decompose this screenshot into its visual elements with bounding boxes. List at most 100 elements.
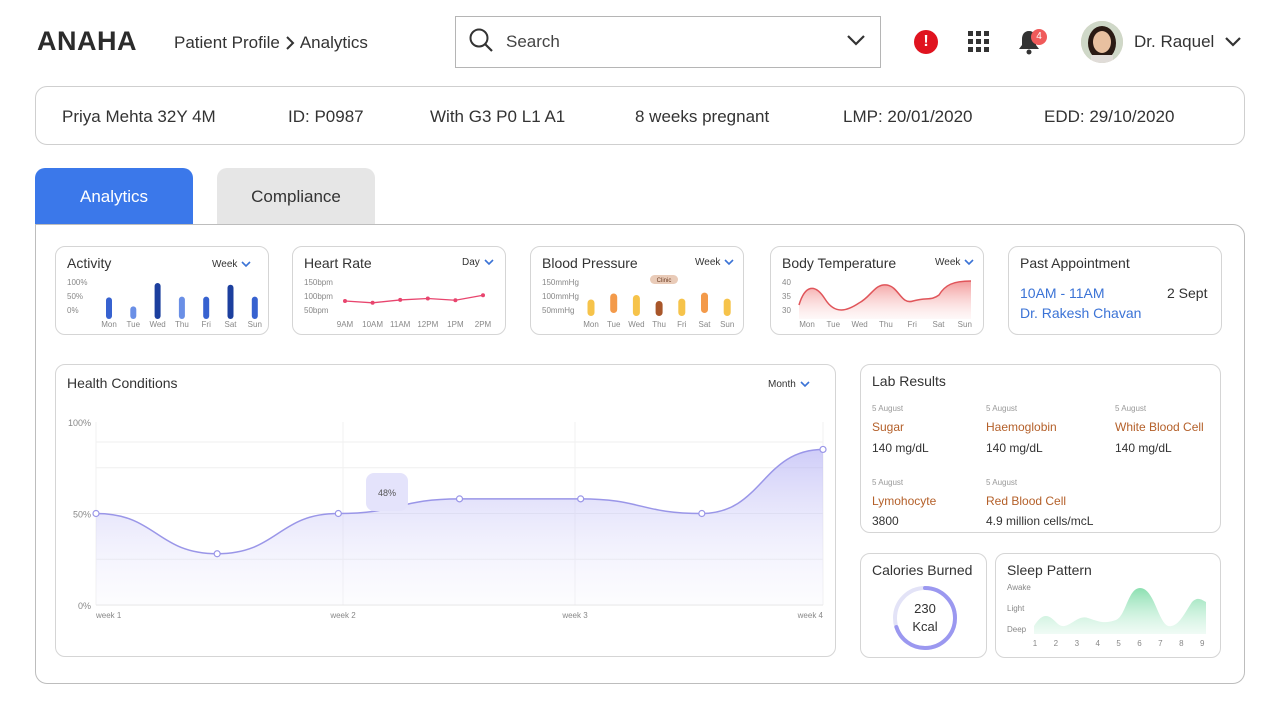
notification-count-badge: 4	[1031, 29, 1047, 45]
health-point	[698, 509, 706, 518]
chevron-down-icon	[241, 261, 251, 268]
sleep-area	[1034, 588, 1206, 634]
lab-results-card[interactable]: Lab Results 5 August Sugar 140 mg/dL 5 A…	[860, 364, 1221, 533]
heart-rate-card[interactable]: Heart Rate Day 150bpm 100bpm 50bpm 9AM 10AM 1…	[292, 246, 506, 335]
chevron-down-icon[interactable]	[846, 33, 866, 51]
past-appointment-card[interactable]: Past Appointment 10AM - 11AM 2 Sept Dr. …	[1008, 246, 1222, 335]
lab-date: 5 August	[872, 478, 904, 487]
obstetric-history: With G3 P0 L1 A1	[430, 107, 566, 126]
card-title: Sleep Pattern	[1007, 562, 1092, 578]
lab-test-value: 140 mg/dL	[872, 441, 929, 455]
appointment-doctor[interactable]: Dr. Rakesh Chavan	[1020, 305, 1141, 321]
calories-burned-card[interactable]: Calories Burned 230 Kcal	[860, 553, 987, 658]
health-conditions-card[interactable]: Health Conditions Month 100% 50% 0% 48% week…	[55, 364, 836, 657]
activity-bar	[178, 296, 185, 319]
user-name: Dr. Raquel	[1134, 32, 1215, 51]
y-tick-label: 150mmHg	[542, 278, 579, 287]
period-dropdown[interactable]: Week	[935, 257, 974, 268]
edd-date: EDD: 29/10/2020	[1044, 107, 1175, 126]
period-label: Week	[935, 257, 961, 268]
avatar[interactable]	[1081, 21, 1123, 63]
x-tick-label: 2PM	[475, 320, 492, 329]
y-tick-label: 50bpm	[304, 306, 329, 315]
x-tick-label: Mon	[799, 320, 815, 329]
lab-date: 5 August	[986, 404, 1018, 413]
blood-pressure-card[interactable]: Blood Pressure Week 150mmHg 100mmHg 50mmHg…	[530, 246, 744, 335]
card-title: Activity	[67, 255, 112, 271]
search-input[interactable]: Search	[506, 32, 846, 52]
chevron-right-icon	[284, 35, 296, 51]
period-dropdown[interactable]: Day	[462, 257, 494, 268]
y-tick-label: Awake	[1007, 583, 1031, 592]
activity-bar	[106, 297, 112, 319]
x-tick-label: week 4	[797, 611, 824, 620]
x-tick-label: Wed	[149, 320, 165, 329]
y-tick-label: 40	[782, 278, 791, 287]
user-menu[interactable]: Dr. Raquel	[1134, 32, 1242, 52]
activity-bar	[154, 283, 161, 319]
lab-test-name[interactable]: Haemoglobin	[986, 420, 1057, 434]
y-tick-label: 50%	[73, 510, 91, 520]
x-tick-label: Fri	[202, 320, 212, 329]
heart-rate-point	[343, 299, 347, 303]
x-tick-label: Tue	[127, 320, 141, 329]
sleep-pattern-card[interactable]: Sleep Pattern Awake Light Deep 1 2 3 4 5 6 7 8 9	[995, 553, 1221, 658]
y-tick-label: 35	[782, 292, 791, 301]
pregnancy-status: 8 weeks pregnant	[635, 107, 770, 126]
x-tick-label: Sat	[932, 320, 945, 329]
x-tick-label: 2	[1054, 639, 1059, 648]
search-bar[interactable]: Search	[455, 16, 881, 68]
lab-test-name[interactable]: Red Blood Cell	[986, 494, 1066, 508]
breadcrumb-parent[interactable]: Patient Profile	[174, 33, 280, 53]
lab-date: 5 August	[1115, 404, 1147, 413]
heart-rate-point	[481, 293, 485, 298]
lab-test-name[interactable]: Lymohocyte	[872, 494, 936, 508]
apps-grid-icon[interactable]	[968, 31, 990, 58]
blood-pressure-bar	[655, 301, 663, 316]
period-dropdown[interactable]: Week	[695, 257, 734, 268]
lab-test-value: 140 mg/dL	[986, 441, 1043, 455]
chevron-down-icon	[484, 259, 494, 266]
blood-pressure-bar	[678, 298, 686, 316]
chevron-down-icon	[964, 259, 974, 266]
appointment-date: 2 Sept	[1167, 285, 1208, 301]
app-logo[interactable]: ANAHA	[37, 26, 137, 57]
y-tick-label: Light	[1007, 604, 1025, 613]
tab-analytics[interactable]: Analytics	[35, 168, 193, 225]
health-point	[577, 495, 585, 503]
x-tick-label: Thu	[879, 320, 893, 329]
patient-id: ID: P0987	[288, 107, 364, 126]
lmp-date: LMP: 20/01/2020	[843, 107, 973, 126]
x-tick-label: 3	[1075, 639, 1080, 648]
tab-compliance[interactable]: Compliance	[217, 168, 375, 225]
alert-icon[interactable]: !	[914, 30, 938, 54]
appointment-time: 10AM - 11AM	[1020, 285, 1105, 301]
activity-card[interactable]: Activity Week 100% 50% 0% Mon Tue Wed Thu Fri Sa…	[55, 246, 269, 335]
period-label: Week	[212, 259, 238, 270]
lab-test-name[interactable]: White Blood Cell	[1115, 420, 1204, 434]
period-dropdown[interactable]: Week	[212, 259, 251, 270]
body-temperature-card[interactable]: Body Temperature Week 40 35 30 Mon Tue Wed Thu…	[770, 246, 984, 335]
x-tick-label: week 1	[95, 611, 122, 620]
y-tick-label: 150bpm	[304, 278, 333, 287]
lab-test-value: 4.9 million cells/mcL	[986, 514, 1094, 528]
card-title: Body Temperature	[782, 255, 897, 271]
activity-bar	[203, 296, 210, 319]
patient-name[interactable]: Priya Mehta 32Y 4M	[62, 107, 216, 127]
clinic-tag-label: Clinic	[657, 278, 672, 284]
activity-chart: 100% 50% 0% Mon Tue Wed Thu Fri Sat Sun	[67, 278, 262, 329]
x-tick-label: 12PM	[417, 320, 438, 329]
blood-pressure-bar	[610, 293, 618, 313]
x-tick-label: 11AM	[390, 320, 411, 329]
lab-test-name[interactable]: Sugar	[872, 420, 904, 434]
heart-rate-point	[398, 297, 403, 302]
search-icon	[468, 27, 494, 58]
x-tick-label: 9AM	[337, 320, 354, 329]
x-tick-label: 9	[1200, 639, 1205, 648]
tooltip-label: 48%	[378, 488, 396, 498]
calories-unit: Kcal	[912, 619, 938, 634]
lab-test-value: 3800	[872, 514, 899, 528]
heart-rate-point	[370, 300, 375, 305]
y-tick-label: 0%	[67, 306, 79, 315]
x-tick-label: Thu	[175, 320, 189, 329]
